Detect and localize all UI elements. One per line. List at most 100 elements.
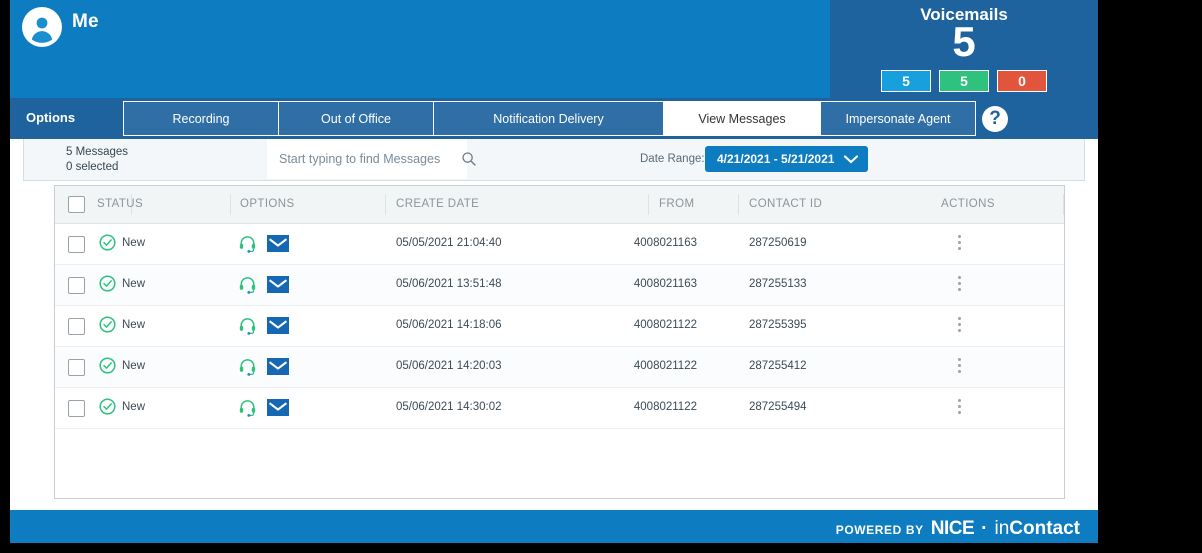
- voicemail-chip-unread[interactable]: 5: [939, 70, 989, 92]
- column-header-status[interactable]: STATUS: [97, 198, 143, 210]
- tab-bar: Recording Out of Office Notification Del…: [123, 101, 976, 136]
- check-circle-icon: [99, 234, 116, 251]
- row-create-date: 05/06/2021 14:30:02: [396, 401, 502, 413]
- incontact-suffix: Contact: [1009, 518, 1080, 539]
- envelope-glyph: [267, 399, 289, 416]
- row-create-date: 05/05/2021 21:04:40: [396, 237, 502, 249]
- search-glyph: [462, 152, 476, 166]
- row-contact-id: 287255395: [749, 319, 807, 331]
- row-create-date: 05/06/2021 14:20:03: [396, 360, 502, 372]
- row-status: New: [99, 357, 145, 374]
- row-status-label: New: [122, 318, 146, 331]
- message-total-label: 5 Messages: [66, 146, 129, 158]
- headset-icon[interactable]: [238, 275, 257, 299]
- row-create-date: 05/06/2021 13:51:48: [396, 278, 502, 290]
- header-separator: [230, 194, 231, 215]
- envelope-glyph: [267, 235, 289, 252]
- header-separator: [648, 194, 649, 215]
- envelope-icon[interactable]: [267, 317, 289, 339]
- row-options: [238, 316, 289, 340]
- header-separator: [385, 194, 386, 215]
- app-page: Me Voicemails 5 5 5 0 Options Recording …: [10, 0, 1098, 543]
- headset-glyph: [239, 400, 256, 417]
- row-status-label: New: [122, 277, 146, 290]
- row-options: [238, 234, 289, 258]
- row-status: New: [99, 234, 145, 251]
- column-header-actions[interactable]: ACTIONS: [941, 198, 995, 210]
- date-range-selector[interactable]: 4/21/2021 - 5/21/2021: [705, 146, 869, 172]
- check-circle-icon: [99, 275, 116, 292]
- headset-glyph: [239, 236, 256, 253]
- search-icon[interactable]: [461, 151, 477, 167]
- options-nav-bar: Options Recording Out of Office Notifica…: [10, 98, 1098, 139]
- table-header-row: STATUS OPTIONS CREATE DATE FROM CONTACT …: [55, 186, 1064, 224]
- row-from: 4008021122: [633, 319, 697, 331]
- row-checkbox[interactable]: [68, 236, 85, 253]
- options-label: Options: [26, 110, 76, 125]
- kebab-menu-icon[interactable]: [951, 317, 967, 335]
- envelope-icon[interactable]: [267, 235, 289, 257]
- headset-glyph: [239, 359, 256, 376]
- headset-icon[interactable]: [238, 357, 257, 381]
- kebab-menu-icon[interactable]: [951, 358, 967, 376]
- row-checkbox[interactable]: [68, 318, 85, 335]
- message-selected-label: 0 selected: [66, 161, 119, 173]
- row-checkbox[interactable]: [68, 400, 85, 417]
- headset-icon[interactable]: [238, 234, 257, 258]
- header-separator: [1063, 194, 1064, 215]
- search-input[interactable]: [277, 151, 467, 167]
- top-banner: Me Voicemails 5 5 5 0: [10, 0, 1098, 98]
- envelope-icon[interactable]: [267, 358, 289, 380]
- table-row[interactable]: New: [55, 347, 1064, 388]
- avatar-glyph: [25, 10, 59, 44]
- tab-impersonate-agent[interactable]: Impersonate Agent: [820, 101, 976, 136]
- date-range-label: Date Range:: [640, 153, 705, 165]
- column-header-from[interactable]: FROM: [659, 198, 694, 210]
- check-circle-icon: [99, 398, 116, 415]
- kebab-menu-icon[interactable]: [951, 235, 967, 253]
- row-contact-id: 287255412: [749, 360, 807, 372]
- tab-view-messages[interactable]: View Messages: [663, 101, 820, 136]
- check-circle-icon: [99, 316, 116, 333]
- headset-icon[interactable]: [238, 398, 257, 422]
- voicemail-chip-new[interactable]: 5: [881, 70, 931, 92]
- table-row[interactable]: New: [55, 388, 1064, 429]
- column-header-options[interactable]: OPTIONS: [240, 198, 295, 210]
- nice-brand-label: NICE: [930, 518, 975, 539]
- incontact-prefix: in: [994, 518, 1010, 539]
- select-all-checkbox[interactable]: [68, 196, 85, 213]
- voicemail-chip-urgent[interactable]: 0: [997, 70, 1047, 92]
- row-checkbox[interactable]: [68, 359, 85, 376]
- table-row[interactable]: New: [55, 224, 1064, 265]
- user-avatar-icon[interactable]: [22, 7, 62, 47]
- envelope-icon[interactable]: [267, 276, 289, 298]
- tab-out-of-office[interactable]: Out of Office: [278, 101, 433, 136]
- row-status: New: [99, 316, 145, 333]
- column-header-create-date[interactable]: CREATE DATE: [396, 198, 479, 210]
- user-name-label: Me: [72, 11, 99, 32]
- envelope-glyph: [267, 358, 289, 375]
- kebab-menu-icon[interactable]: [951, 276, 967, 294]
- chevron-down-icon: [844, 154, 859, 163]
- row-contact-id: 287250619: [749, 237, 807, 249]
- tab-notification-delivery[interactable]: Notification Delivery: [433, 101, 663, 136]
- kebab-menu-icon[interactable]: [951, 399, 967, 417]
- row-status: New: [99, 275, 145, 292]
- tab-recording[interactable]: Recording: [123, 101, 278, 136]
- messages-table: STATUS OPTIONS CREATE DATE FROM CONTACT …: [54, 185, 1065, 499]
- envelope-glyph: [267, 317, 289, 334]
- row-from: 4008021122: [633, 401, 697, 413]
- table-row[interactable]: New: [55, 265, 1064, 306]
- row-checkbox[interactable]: [68, 277, 85, 294]
- row-status-label: New: [122, 359, 146, 372]
- envelope-icon[interactable]: [267, 399, 289, 421]
- column-header-contact-id[interactable]: CONTACT ID: [749, 198, 822, 210]
- row-status: New: [99, 398, 145, 415]
- row-options: [238, 275, 289, 299]
- search-box[interactable]: [267, 139, 467, 179]
- row-contact-id: 287255494: [749, 401, 807, 413]
- table-row[interactable]: New: [55, 306, 1064, 347]
- headset-icon[interactable]: [238, 316, 257, 340]
- row-create-date: 05/06/2021 14:18:06: [396, 319, 502, 331]
- help-icon[interactable]: ?: [982, 106, 1008, 132]
